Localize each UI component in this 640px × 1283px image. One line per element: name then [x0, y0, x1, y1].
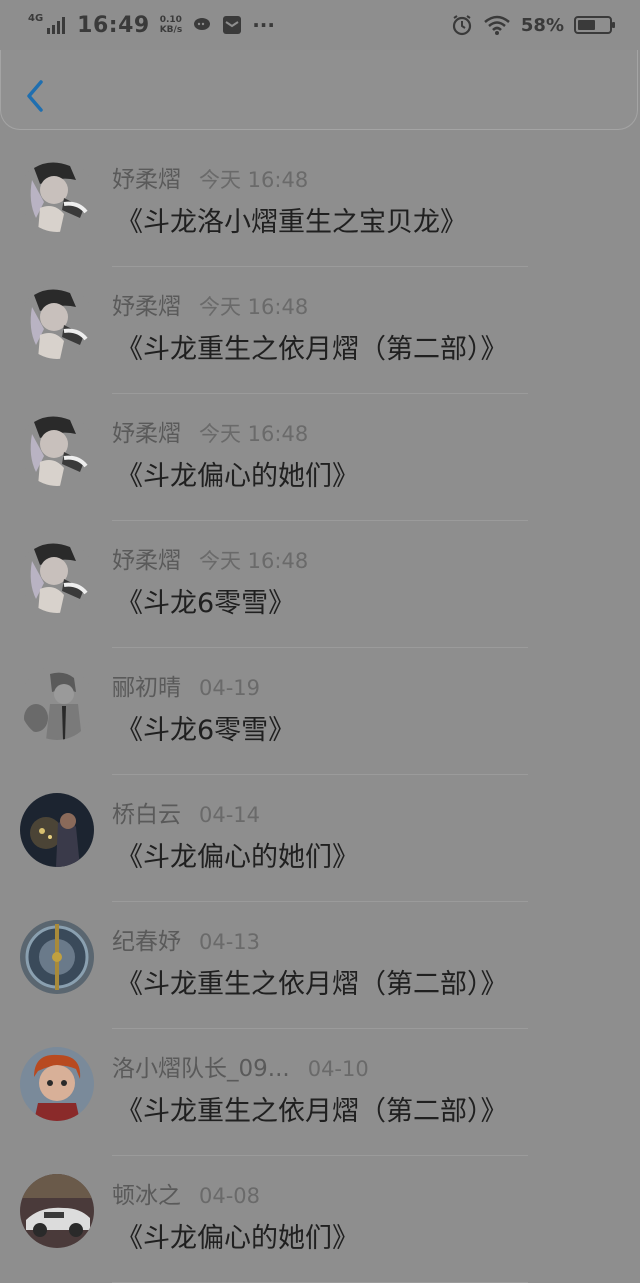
- message-title: 《斗龙6零雪》: [116, 588, 296, 619]
- battery-level: [578, 20, 596, 30]
- status-right: 58%: [451, 14, 615, 36]
- clock: 16:49: [77, 12, 150, 38]
- message-row[interactable]: 妤柔熠 今天 16:48 《斗龙洛小熠重生之宝贝龙》: [0, 140, 640, 267]
- sender-name: 顿冰之: [112, 1183, 181, 1209]
- avatar[interactable]: [20, 412, 94, 486]
- sender-name: 洛小熠队长_09...: [112, 1056, 290, 1082]
- status-left: 4G 16:49 0.10 KB/s ···: [28, 13, 275, 38]
- message-time: 今天 16:48: [199, 168, 309, 192]
- avatar[interactable]: [20, 920, 94, 994]
- message-time: 04-10: [307, 1057, 369, 1081]
- message-row[interactable]: 妤柔熠 今天 16:48 《斗龙6零雪》: [0, 521, 640, 648]
- message-row[interactable]: 纪春妤 04-13 《斗龙重生之依月熠（第二部）》: [0, 902, 640, 1029]
- message-title: 《斗龙洛小熠重生之宝贝龙》: [116, 207, 467, 238]
- message-time: 04-19: [199, 676, 261, 700]
- top-bar: [0, 50, 638, 130]
- message-row[interactable]: 桥白云 04-14 《斗龙偏心的她们》: [0, 775, 640, 902]
- wifi-icon: [484, 15, 510, 35]
- speed-unit: KB/s: [159, 25, 183, 35]
- message-meta: 妤柔熠 今天 16:48: [112, 414, 308, 448]
- chat-notification-icon: [194, 18, 211, 30]
- message-meta: 桥白云 04-14: [112, 795, 260, 829]
- message-row[interactable]: 洛小熠队长_09... 04-10 《斗龙重生之依月熠（第二部）》: [0, 1029, 640, 1156]
- message-time: 04-08: [199, 1184, 261, 1208]
- battery-percent: 58%: [520, 14, 564, 36]
- avatar[interactable]: [20, 158, 94, 232]
- message-time: 今天 16:48: [199, 422, 309, 446]
- sender-name: 纪春妤: [112, 929, 181, 955]
- message-title: 《斗龙偏心的她们》: [116, 1223, 359, 1254]
- avatar[interactable]: [20, 285, 94, 359]
- avatar[interactable]: [20, 793, 94, 867]
- message-meta: 洛小熠队长_09... 04-10: [112, 1049, 369, 1083]
- avatar[interactable]: [20, 666, 94, 740]
- message-title: 《斗龙重生之依月熠（第二部）》: [116, 334, 508, 365]
- sender-name: 妤柔熠: [112, 167, 181, 193]
- avatar[interactable]: [20, 1047, 94, 1121]
- message-meta: 纪春妤 04-13: [112, 922, 260, 956]
- message-meta: 妤柔熠 今天 16:48: [112, 287, 308, 321]
- message-list: 妤柔熠 今天 16:48 《斗龙洛小熠重生之宝贝龙》 妤柔熠 今天 16:48 …: [0, 140, 640, 1283]
- alarm-icon: [452, 15, 472, 36]
- message-time: 今天 16:48: [199, 295, 309, 319]
- sender-name: 桥白云: [112, 802, 181, 828]
- back-button[interactable]: [21, 78, 51, 114]
- mail-notification-icon: [223, 16, 242, 34]
- signal-icon: [47, 17, 66, 34]
- message-row[interactable]: 妤柔熠 今天 16:48 《斗龙偏心的她们》: [0, 394, 640, 521]
- message-time: 今天 16:48: [199, 549, 309, 573]
- network-speed: 0.10 KB/s: [160, 15, 182, 35]
- message-title: 《斗龙偏心的她们》: [116, 842, 359, 873]
- message-title: 《斗龙6零雪》: [116, 715, 296, 746]
- message-time: 04-14: [199, 803, 261, 827]
- message-meta: 顿冰之 04-08: [112, 1176, 260, 1210]
- sender-name: 妤柔熠: [112, 421, 181, 447]
- message-meta: 妤柔熠 今天 16:48: [112, 160, 308, 194]
- sender-name: 郦初晴: [112, 675, 181, 701]
- network-type: 4G: [28, 13, 44, 24]
- message-title: 《斗龙重生之依月熠（第二部）》: [116, 969, 508, 1000]
- message-time: 04-13: [199, 930, 261, 954]
- sender-name: 妤柔熠: [112, 294, 181, 320]
- message-title: 《斗龙偏心的她们》: [116, 461, 359, 492]
- message-row[interactable]: 郦初晴 04-19 《斗龙6零雪》: [0, 648, 640, 775]
- message-meta: 妤柔熠 今天 16:48: [112, 541, 308, 575]
- status-bar: 4G 16:49 0.10 KB/s ··· 58%: [0, 0, 640, 50]
- sender-name: 妤柔熠: [112, 548, 181, 574]
- message-row[interactable]: 妤柔熠 今天 16:48 《斗龙重生之依月熠（第二部）》: [0, 267, 640, 394]
- speed-value: 0.10: [159, 15, 182, 25]
- battery-icon: [574, 16, 615, 34]
- avatar[interactable]: [20, 539, 94, 613]
- message-title: 《斗龙重生之依月熠（第二部）》: [116, 1096, 508, 1127]
- message-row[interactable]: 顿冰之 04-08 《斗龙偏心的她们》: [0, 1156, 640, 1283]
- chevron-left-icon: [27, 80, 43, 112]
- message-meta: 郦初晴 04-19: [112, 668, 260, 702]
- more-notifications-icon: ···: [252, 13, 275, 37]
- avatar[interactable]: [20, 1174, 94, 1248]
